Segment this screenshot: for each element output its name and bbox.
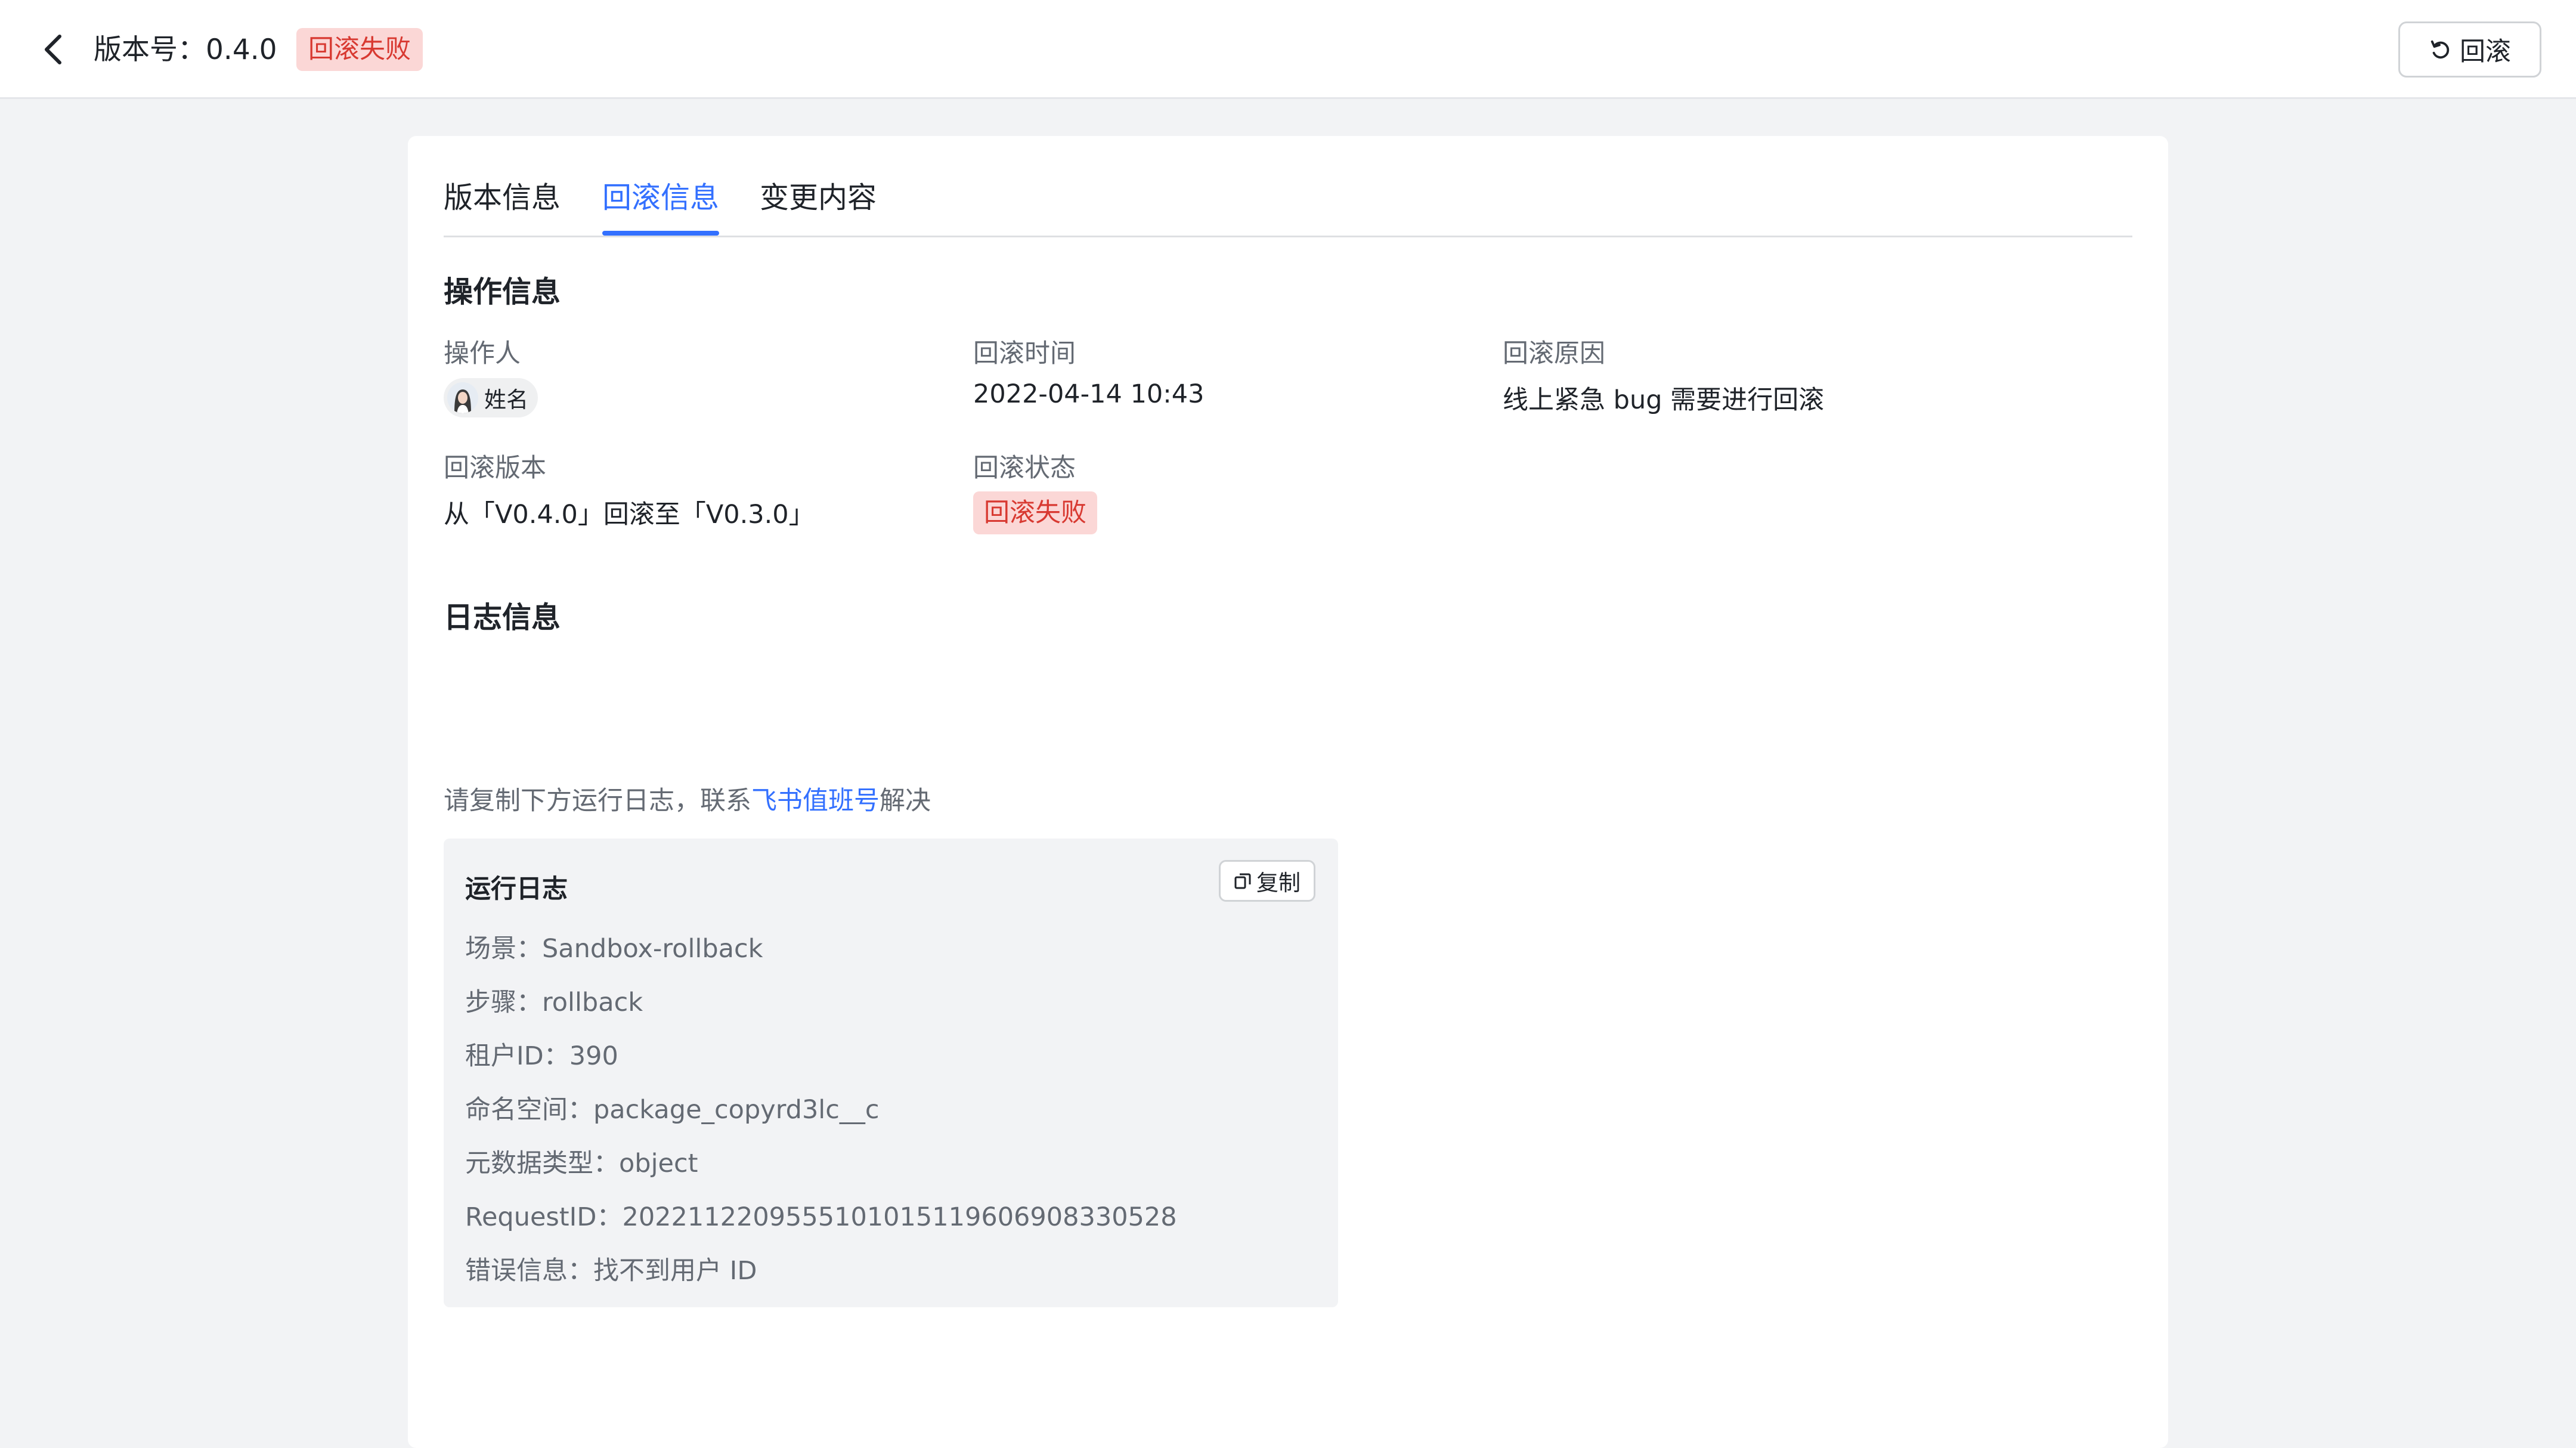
rollback-time-label: 回滚时间 (973, 339, 1076, 369)
version-status-badge: 回滚失败 (296, 28, 423, 71)
log-line: 租户ID：390 (465, 1041, 618, 1071)
log-line: 元数据类型：object (465, 1149, 698, 1178)
operator-chip[interactable]: 姓名 (444, 378, 538, 417)
copy-icon (1234, 873, 1251, 889)
rollback-status-label: 回滚状态 (973, 453, 1076, 483)
rollback-reason-label: 回滚原因 (1503, 339, 1605, 369)
back-arrow-icon[interactable] (39, 32, 69, 67)
operator-label: 操作人 (444, 339, 521, 369)
tab-version-info[interactable]: 版本信息 (444, 174, 561, 234)
log-hint-prefix: 请复制下方运行日志，联系 (444, 786, 751, 816)
tab-change-content[interactable]: 变更内容 (760, 174, 877, 234)
rollback-version-value: 从「V0.4.0」回滚至「V0.3.0」 (444, 500, 815, 530)
log-line: 命名空间：package_copyrd3lc__c (465, 1095, 880, 1125)
operation-info-title: 操作信息 (444, 275, 561, 309)
tab-rollback-info[interactable]: 回滚信息 (602, 174, 720, 236)
rollback-reason-value: 线上紧急 bug 需要进行回滚 (1503, 385, 1825, 415)
operator-name: 姓名 (484, 387, 528, 413)
rollback-button-label: 回滚 (2460, 37, 2511, 67)
rollback-version-label: 回滚版本 (444, 453, 546, 483)
page-title: 版本号：0.4.0 (94, 33, 277, 66)
undo-icon (2431, 40, 2450, 59)
rollback-button[interactable]: 回滚 (2398, 21, 2541, 78)
run-log-title: 运行日志 (465, 874, 568, 904)
avatar (447, 382, 478, 413)
copy-button[interactable]: 复制 (1219, 860, 1315, 902)
log-hint: 请复制下方运行日志，联系飞书值班号解决 (444, 780, 931, 817)
log-line: 步骤：rollback (465, 988, 643, 1017)
run-log-panel: 运行日志 复制 场景：Sandbox-rollback 步骤：rollback … (444, 839, 1338, 1307)
oncall-link[interactable]: 飞书值班号 (751, 786, 880, 816)
rollback-status-badge: 回滚失败 (973, 491, 1097, 534)
tab-bar: 版本信息 回滚信息 变更内容 (444, 136, 2132, 237)
log-line: 场景：Sandbox-rollback (465, 934, 763, 964)
log-line: 错误信息：找不到用户 ID (465, 1256, 757, 1286)
rollback-time-value: 2022-04-14 10:43 (973, 379, 1205, 409)
log-info-title: 日志信息 (444, 601, 561, 635)
content-card: 版本信息 回滚信息 变更内容 操作信息 操作人 姓名 回滚时间 2022-04-… (408, 136, 2168, 1448)
log-hint-suffix: 解决 (880, 786, 931, 816)
top-bar: 版本号：0.4.0 回滚失败 回滚 (0, 0, 2576, 99)
log-line: RequestID：202211220955510101511960690833… (465, 1202, 1177, 1232)
copy-button-label: 复制 (1256, 870, 1301, 896)
